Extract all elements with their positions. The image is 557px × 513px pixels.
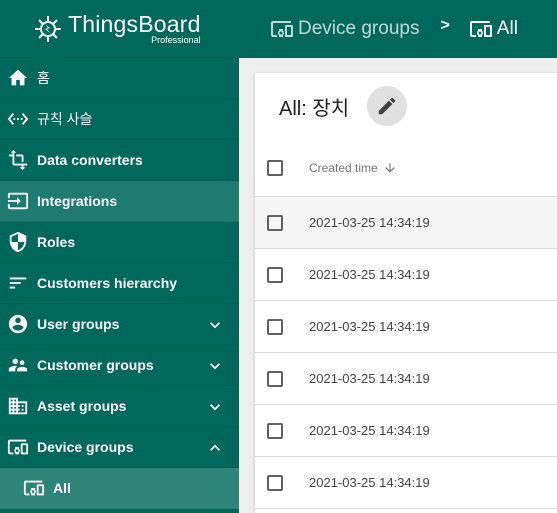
created-time-cell: 2021-03-25 14:34:19 [309,267,430,282]
input-icon [6,189,30,213]
sidebar-item-rule-chains[interactable]: 규칙 사슬 [0,99,239,140]
chevron-down-icon[interactable] [205,315,225,335]
chevron-down-icon[interactable] [205,356,225,376]
sidebar: ThingsBoard Professional 홈 규칙 사슬 Data co… [0,0,239,513]
sidebar-item-roles[interactable]: Roles [0,222,239,263]
created-time-cell: 2021-03-25 14:34:19 [309,215,430,230]
sidebar-subitem-all[interactable]: All [0,468,239,509]
devices-other-icon [270,17,294,41]
table-row[interactable]: 2021-03-25 14:34:19 [255,249,557,301]
devices-other-icon [6,435,30,459]
sidebar-item-user-groups[interactable]: User groups [0,304,239,345]
devices-other-icon [22,476,46,500]
account-circle-icon [6,312,30,336]
top-bar: Device groups > All [239,0,557,58]
home-icon [6,66,30,90]
brand-title: ThingsBoard [68,11,201,37]
sidebar-item-label: Customer groups [37,357,154,373]
table-row[interactable]: 2021-03-25 14:34:19 [255,301,557,353]
sidebar-item-integrations[interactable]: Integrations [0,181,239,222]
chevron-down-icon[interactable] [205,397,225,417]
sidebar-subitem-label: All [53,480,71,496]
table-row[interactable]: 2021-03-25 14:34:19 [255,457,557,509]
sidebar-item-label: Customers hierarchy [37,275,178,291]
row-checkbox[interactable] [267,214,283,231]
breadcrumb-separator: > [440,17,450,34]
sidebar-nav: 홈 규칙 사슬 Data converters Integrations Rol… [0,58,239,509]
devices-other-icon [469,17,493,41]
row-checkbox[interactable] [267,318,283,335]
card-title: All: 장치 [279,97,350,120]
sidebar-item-label: 홈 [37,70,50,86]
arrow-downward-icon [383,161,397,175]
column-header-created-time[interactable]: Created time [309,161,397,175]
chevron-up-icon[interactable] [205,438,225,458]
sidebar-item-label: Data converters [37,152,143,168]
sidebar-item-label: Integrations [37,193,118,209]
breadcrumb-label: Device groups [298,18,420,39]
security-icon [6,230,30,254]
transform-icon [6,148,30,172]
table-row[interactable]: 2021-03-25 14:34:19 [255,405,557,457]
sidebar-item-asset-groups[interactable]: Asset groups [0,386,239,427]
select-all-checkbox[interactable] [267,159,283,176]
table-row[interactable]: 2021-03-25 14:34:19 [255,197,557,249]
created-time-cell: 2021-03-25 14:34:19 [309,371,430,386]
logo[interactable]: ThingsBoard Professional [0,0,239,58]
table-row[interactable]: 2021-03-25 14:34:19 [255,353,557,405]
created-time-cell: 2021-03-25 14:34:19 [309,423,430,438]
breadcrumb-device-groups[interactable]: Device groups [270,17,419,41]
sidebar-item-device-groups[interactable]: Device groups [0,427,239,468]
sidebar-item-home[interactable]: 홈 [0,58,239,99]
breadcrumb-label: All [496,18,518,39]
sidebar-item-customer-groups[interactable]: Customer groups [0,345,239,386]
sidebar-item-label: User groups [37,316,120,332]
sidebar-item-label: 규칙 사슬 [37,111,93,127]
created-time-cell: 2021-03-25 14:34:19 [309,475,430,490]
device-group-card: All: 장치 Created time 2021-03-25 14:34:19… [255,73,557,513]
breadcrumb-all: All [469,17,518,41]
edit-icon [378,97,396,115]
row-checkbox[interactable] [267,474,283,491]
domain-icon [6,394,30,418]
created-time-cell: 2021-03-25 14:34:19 [309,319,430,334]
thingsboard-logo-icon [35,15,61,42]
table-header: Created time [255,139,557,197]
row-checkbox[interactable] [267,370,283,387]
sidebar-item-customers-hierarchy[interactable]: Customers hierarchy [0,263,239,304]
sort-icon [6,271,30,295]
sidebar-item-data-converters[interactable]: Data converters [0,140,239,181]
card-header: All: 장치 [255,73,557,139]
sidebar-item-label: Device groups [37,439,134,455]
row-checkbox[interactable] [267,422,283,439]
sidebar-item-label: Roles [37,234,76,250]
edit-button[interactable] [367,86,408,126]
row-checkbox[interactable] [267,266,283,283]
column-header-label: Created time [309,160,378,175]
settings-ethernet-icon [6,107,30,131]
sidebar-item-label: Asset groups [37,398,127,414]
supervisor-account-icon [6,353,30,377]
